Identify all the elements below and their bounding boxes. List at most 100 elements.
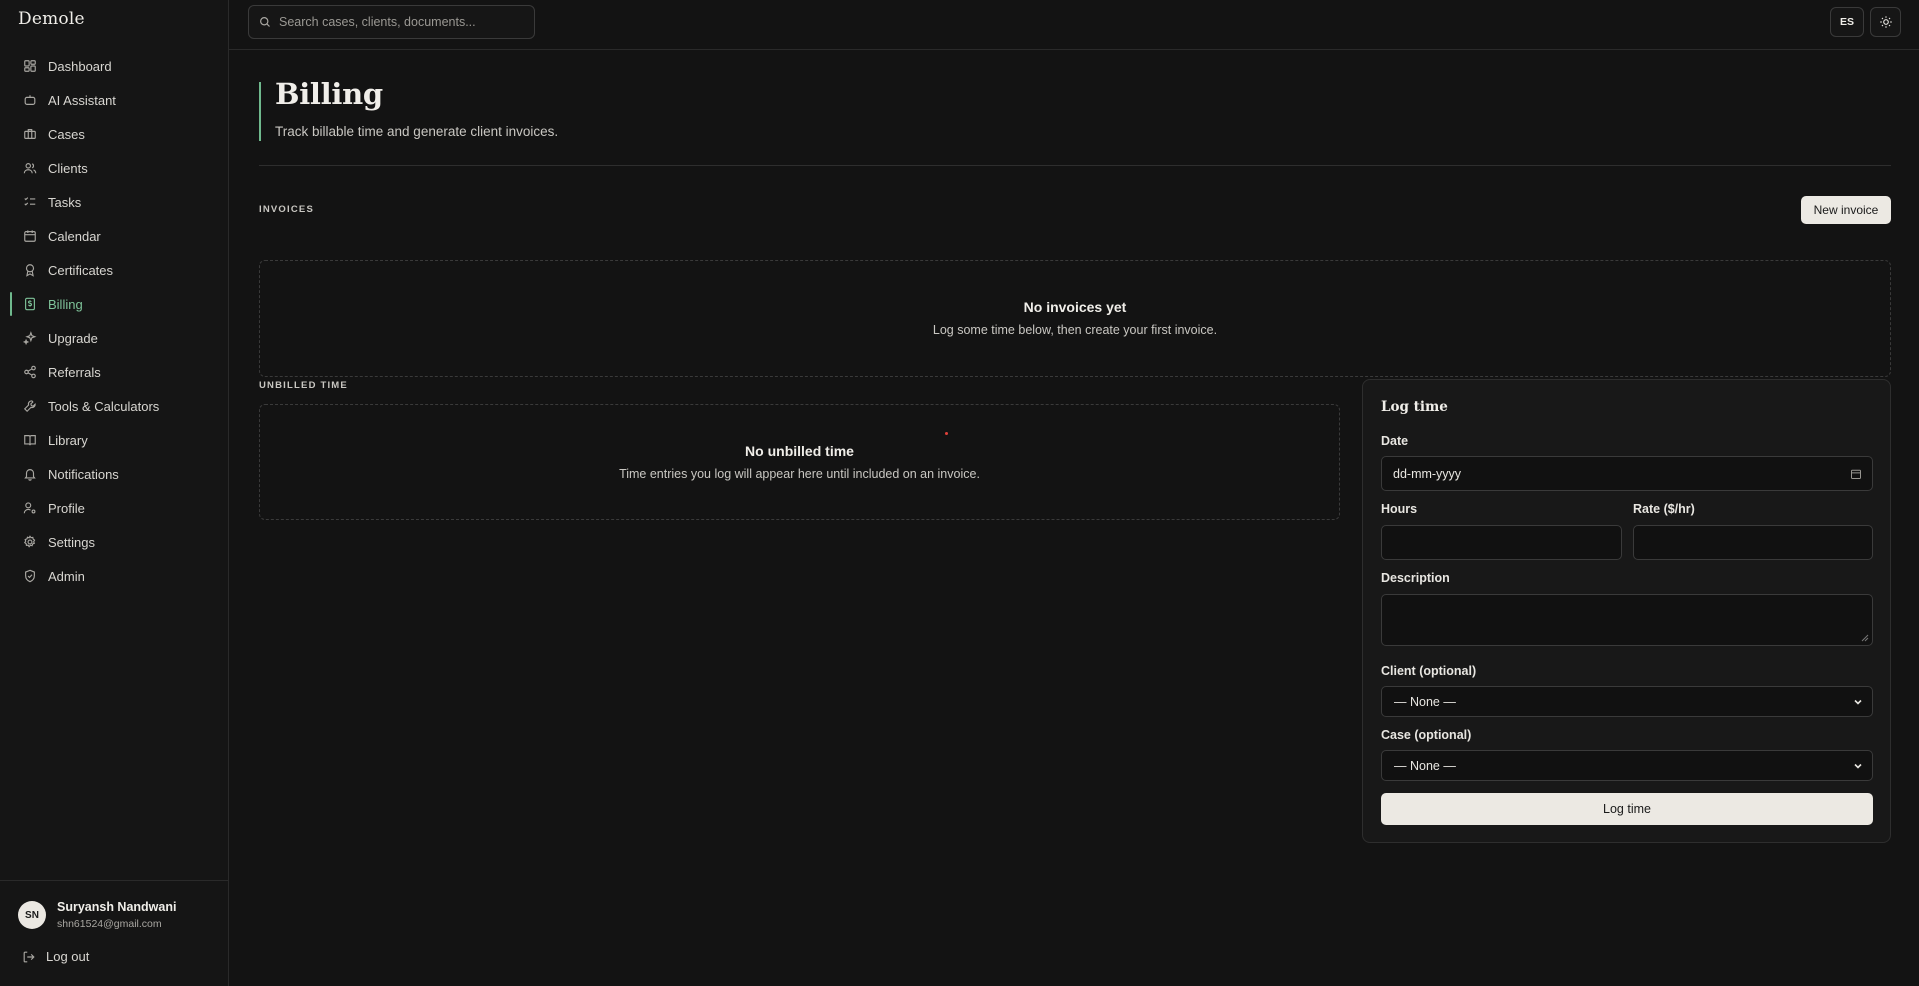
cursor-dot — [945, 432, 948, 435]
empty-title: No unbilled time — [745, 443, 854, 459]
book-icon — [23, 433, 37, 447]
sidebar-item-label: Cases — [48, 126, 85, 142]
sidebar-item-billing[interactable]: Billing — [10, 287, 222, 321]
hours-field[interactable] — [1381, 525, 1622, 560]
search-input[interactable] — [279, 15, 519, 29]
description-field[interactable] — [1381, 594, 1873, 646]
client-label: Client (optional) — [1381, 664, 1477, 678]
sidebar-item-label: Admin — [48, 568, 85, 584]
sidebar-nav: Dashboard AI Assistant Cases Clients Tas… — [10, 49, 222, 593]
sidebar-item-label: AI Assistant — [48, 92, 116, 108]
user-email: shn61524@gmail.com — [57, 918, 162, 930]
sidebar-item-label: Library — [48, 432, 88, 448]
sidebar-item-upgrade[interactable]: Upgrade — [10, 321, 222, 355]
case-label: Case (optional) — [1381, 728, 1472, 742]
sidebar-item-clients[interactable]: Clients — [10, 151, 222, 185]
chevron-down-icon — [1854, 699, 1862, 705]
language-toggle-button[interactable]: ES — [1830, 7, 1864, 37]
sparkles-icon — [23, 331, 37, 345]
sidebar-item-notifications[interactable]: Notifications — [10, 457, 222, 491]
sidebar-item-label: Upgrade — [48, 330, 98, 346]
sidebar-item-label: Notifications — [48, 466, 119, 482]
unbilled-empty-state: No unbilled time Time entries you log wi… — [259, 404, 1340, 520]
client-select[interactable]: — None — — [1381, 686, 1873, 717]
page-title: Billing — [275, 77, 383, 111]
page-subtitle: Track billable time and generate client … — [275, 124, 559, 139]
description-label: Description — [1381, 571, 1450, 585]
gear-icon — [23, 535, 37, 549]
log-time-card: Log time Date dd-mm-yyyy Hours Rate ($/h… — [1362, 379, 1891, 843]
user-cog-icon — [23, 501, 37, 515]
sidebar-item-label: Billing — [48, 296, 83, 312]
hours-label: Hours — [1381, 502, 1418, 516]
dashboard-icon — [23, 59, 37, 73]
calendar-icon — [23, 229, 37, 243]
search-box[interactable] — [248, 5, 535, 39]
sidebar-item-label: Calendar — [48, 228, 101, 244]
sidebar-item-tools[interactable]: Tools & Calculators — [10, 389, 222, 423]
divider — [259, 165, 1891, 166]
billing-icon — [23, 297, 37, 311]
users-icon — [23, 161, 37, 175]
wrench-icon — [23, 399, 37, 413]
rate-label: Rate ($/hr) — [1633, 502, 1695, 516]
briefcase-icon — [23, 127, 37, 141]
invoices-empty-state: No invoices yet Log some time below, the… — [259, 260, 1891, 377]
bell-icon — [23, 467, 37, 481]
checklist-icon — [23, 195, 37, 209]
sidebar-item-dashboard[interactable]: Dashboard — [10, 49, 222, 83]
page-header: Billing Track billable time and generate… — [259, 77, 559, 141]
sidebar-item-admin[interactable]: Admin — [10, 559, 222, 593]
calendar-icon[interactable] — [1850, 468, 1862, 480]
new-invoice-button[interactable]: New invoice — [1801, 196, 1891, 224]
resize-grip-icon[interactable] — [1861, 634, 1869, 642]
sidebar: Demole Dashboard AI Assistant Cases Clie… — [0, 0, 229, 986]
sidebar-item-label: Dashboard — [48, 58, 112, 74]
empty-title: No invoices yet — [1023, 299, 1127, 315]
sidebar-item-cases[interactable]: Cases — [10, 117, 222, 151]
award-icon — [23, 263, 37, 277]
date-label: Date — [1381, 434, 1409, 448]
sidebar-item-label: Settings — [48, 534, 95, 550]
sidebar-item-settings[interactable]: Settings — [10, 525, 222, 559]
log-time-button[interactable]: Log time — [1381, 793, 1873, 825]
logout-icon — [23, 951, 35, 962]
empty-text: Log some time below, then create your fi… — [932, 323, 1218, 337]
sidebar-item-profile[interactable]: Profile — [10, 491, 222, 525]
date-placeholder: dd-mm-yyyy — [1393, 466, 1462, 481]
chevron-down-icon — [1854, 763, 1862, 769]
sidebar-item-label: Referrals — [48, 364, 101, 380]
card-title: Log time — [1381, 399, 1448, 415]
date-field[interactable]: dd-mm-yyyy — [1381, 456, 1873, 491]
sidebar-item-label: Tools & Calculators — [48, 398, 160, 414]
avatar[interactable]: SN — [18, 901, 46, 929]
sidebar-item-label: Certificates — [48, 262, 114, 278]
client-select-value: — None — — [1394, 694, 1456, 709]
sidebar-item-calendar[interactable]: Calendar — [10, 219, 222, 253]
sidebar-item-label: Clients — [48, 160, 88, 176]
empty-text: Time entries you log will appear here un… — [619, 467, 980, 481]
brand-logo[interactable]: Demole — [18, 9, 85, 29]
sun-icon — [1879, 16, 1892, 28]
logout-label: Log out — [46, 949, 90, 964]
sidebar-item-tasks[interactable]: Tasks — [10, 185, 222, 219]
unbilled-section-label: UNBILLED TIME — [259, 380, 348, 391]
sidebar-item-label: Tasks — [48, 194, 82, 210]
case-select-value: — None — — [1394, 758, 1456, 773]
sidebar-item-certificates[interactable]: Certificates — [10, 253, 222, 287]
shield-icon — [23, 569, 37, 583]
sidebar-item-library[interactable]: Library — [10, 423, 222, 457]
topbar: ES — [229, 0, 1919, 50]
sidebar-item-referrals[interactable]: Referrals — [10, 355, 222, 389]
case-select[interactable]: — None — — [1381, 750, 1873, 781]
theme-toggle-button[interactable] — [1870, 7, 1901, 37]
sidebar-item-ai-assistant[interactable]: AI Assistant — [10, 83, 222, 117]
sidebar-item-label: Profile — [48, 500, 85, 516]
logout-button[interactable]: Log out — [22, 949, 89, 964]
rate-field[interactable] — [1633, 525, 1873, 560]
share-icon — [23, 365, 37, 379]
bot-icon — [23, 93, 37, 107]
invoices-section-label: INVOICES — [259, 204, 314, 215]
search-icon — [260, 17, 270, 27]
user-panel: SN Suryansh Nandwani shn61524@gmail.com … — [0, 880, 228, 986]
